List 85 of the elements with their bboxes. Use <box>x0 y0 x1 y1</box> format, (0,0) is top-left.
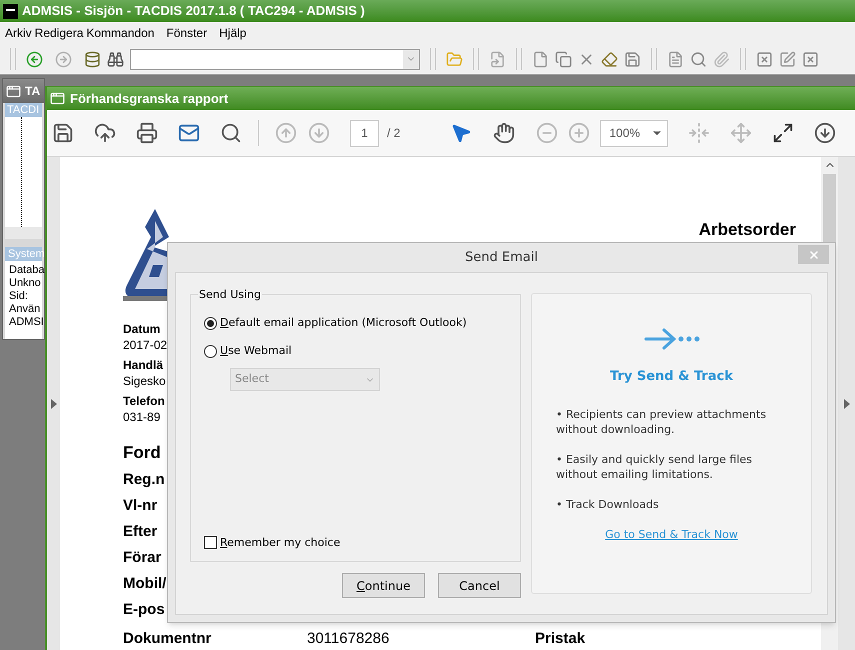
search-icon[interactable] <box>690 50 707 68</box>
app-title: ADMSIS - Sisjön - TACDIS 2017.1.8 ( TAC294 - ADMSIS ) <box>22 2 365 20</box>
report-text: E-pos <box>123 601 165 619</box>
menu-item[interactable]: Arkiv <box>5 24 32 42</box>
square-cross-icon[interactable] <box>802 50 819 68</box>
menu-item[interactable]: Fönster <box>166 24 208 42</box>
next-page-icon[interactable] <box>308 122 330 144</box>
zoom-in-icon[interactable] <box>568 122 590 144</box>
report-text: 2017-02 <box>123 338 168 353</box>
search-combo[interactable] <box>130 48 420 70</box>
close-icon <box>808 248 820 260</box>
horizontal-scrollbar[interactable] <box>5 227 42 239</box>
window-icon <box>50 91 65 106</box>
info-line: Unkno <box>9 277 42 290</box>
promo-bullet: • Track Downloads <box>556 496 660 512</box>
upload-icon[interactable] <box>94 122 116 144</box>
paperclip-icon[interactable] <box>713 50 730 68</box>
info-line: Använ <box>9 303 42 316</box>
square-cross-icon[interactable] <box>756 50 773 68</box>
fit-width-icon[interactable] <box>688 122 710 144</box>
page-count: / 2 <box>387 125 400 142</box>
move-page-icon[interactable] <box>730 122 752 144</box>
report-text: Dokumentnr <box>123 631 212 646</box>
report-text: Förar <box>123 549 162 567</box>
dialog-title: Send Email <box>465 248 538 267</box>
page-field[interactable]: 1 <box>350 120 379 146</box>
page-icon[interactable] <box>532 50 549 68</box>
promo-title: Try Send & Track <box>610 368 733 386</box>
document-icon[interactable] <box>667 50 684 68</box>
report-text: Handlä <box>123 358 164 373</box>
report-text: Ford <box>123 443 161 463</box>
radio-option[interactable]: Default email application (Microsoft Outlook) <box>204 315 507 331</box>
tree-header: TACDI <box>5 103 42 117</box>
report-text: 3011678286 <box>307 631 390 646</box>
mail-icon[interactable] <box>178 122 200 144</box>
download-icon[interactable] <box>814 122 836 144</box>
remember-checkbox[interactable]: Remember my choice <box>204 534 340 551</box>
report-title: Arbetsorder <box>698 219 796 241</box>
previous-page-icon[interactable] <box>275 122 297 144</box>
eraser-icon[interactable] <box>601 50 618 68</box>
menu-item[interactable]: Kommandon <box>86 24 154 42</box>
hand-icon[interactable] <box>493 122 516 144</box>
menu-item[interactable]: Redigera <box>34 24 84 42</box>
save-icon[interactable] <box>52 122 74 144</box>
menu-item[interactable]: Hjälp <box>219 24 246 42</box>
binoculars-icon[interactable] <box>107 50 124 68</box>
arrow-dots-icon <box>644 327 700 351</box>
report-text: Vl-nr <box>123 497 158 515</box>
database-icon[interactable] <box>84 50 101 68</box>
window-icon <box>6 84 21 98</box>
dialog-button[interactable]: Cancel <box>438 573 521 598</box>
report-text: Pristak <box>535 631 586 646</box>
back-icon[interactable] <box>26 50 43 68</box>
folder-icon[interactable] <box>446 50 463 68</box>
radio-option[interactable]: Use Webmail <box>204 343 507 359</box>
promo-bullet: • Easily and quickly send large files without emailing limitations. <box>556 452 754 482</box>
report-text: Telefon <box>123 394 165 409</box>
window-title: Förhandsgranska rapport <box>70 90 228 108</box>
square-pen-icon[interactable] <box>779 50 796 68</box>
zoom-out-icon[interactable] <box>536 122 558 144</box>
report-text: Reg.n <box>123 471 165 489</box>
search-icon[interactable] <box>220 122 242 144</box>
report-text: 031-89 <box>123 410 160 425</box>
app-icon <box>3 4 18 18</box>
pointer-icon[interactable] <box>450 122 472 144</box>
window-title: TA <box>25 83 40 100</box>
forward-icon[interactable] <box>55 50 72 68</box>
close-button[interactable] <box>798 245 829 264</box>
promo-bullet: • Recipients can preview attachments without downloading. <box>556 406 768 436</box>
info-line: ADMSI <box>9 316 42 329</box>
zoom-combo[interactable]: 100% <box>600 120 668 146</box>
info-line: Sid: <box>9 290 29 303</box>
copy-icon[interactable] <box>555 50 572 68</box>
fullscreen-icon[interactable] <box>772 122 794 144</box>
document-arrow-icon[interactable] <box>489 50 506 68</box>
save-icon[interactable] <box>624 50 641 68</box>
panel-header: System <box>5 247 42 261</box>
report-text: Efter <box>123 523 158 541</box>
report-text: Datum <box>123 322 160 337</box>
report-text: Sigesko <box>123 374 166 389</box>
report-text: Mobil/ <box>123 575 166 593</box>
right-arrow-icon[interactable] <box>844 398 850 408</box>
print-icon[interactable] <box>136 122 158 144</box>
dialog-button[interactable]: Continue <box>342 573 425 598</box>
group-label: Send Using <box>198 287 262 304</box>
